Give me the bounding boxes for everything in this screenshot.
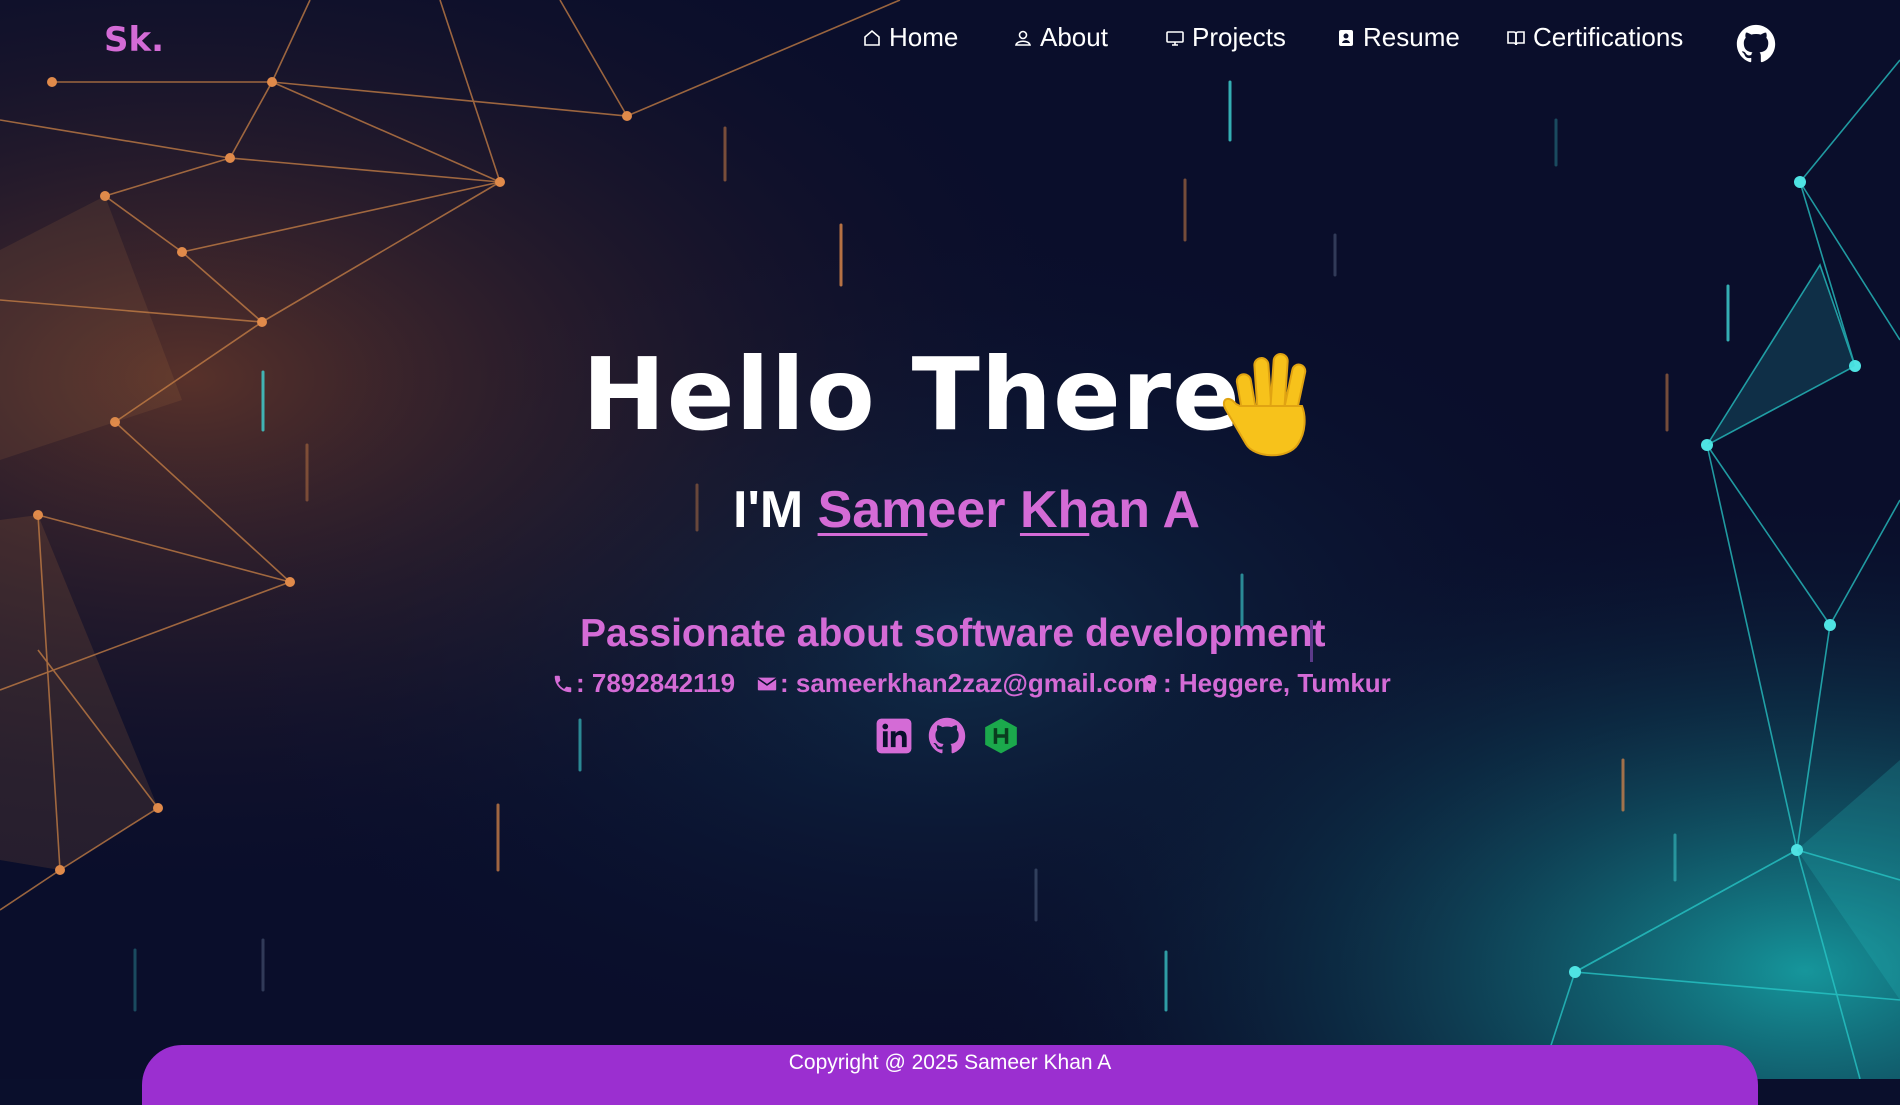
github-icon[interactable] <box>928 717 966 755</box>
contact-phone[interactable]: : 7892842119 <box>552 668 735 699</box>
hero-name-part2: eer <box>927 481 1020 539</box>
nav-resume[interactable]: Resume <box>1336 22 1460 53</box>
hero-tagline: Passionate about software development <box>580 612 1326 655</box>
nav-about-label: About <box>1040 22 1108 52</box>
linkedin-icon[interactable] <box>875 717 913 755</box>
navbar: Sk. Home About Projects Resume Certifica… <box>0 0 1900 86</box>
nav-home[interactable]: Home <box>862 22 958 53</box>
waving-hand-icon <box>1222 353 1307 457</box>
contact-location: : Heggere, Tumkur <box>1139 668 1391 699</box>
nav-about[interactable]: About <box>1013 22 1108 53</box>
location-pin-icon <box>1143 674 1157 693</box>
contact-phone-text: : 7892842119 <box>576 668 736 698</box>
contact-email-text: : sameerkhan2zaz@gmail.com <box>780 668 1157 698</box>
site-logo[interactable]: Sk. <box>104 20 164 60</box>
typing-cursor <box>1310 620 1313 662</box>
nav-home-label: Home <box>889 22 959 52</box>
nav-projects-label: Projects <box>1192 22 1286 52</box>
footer: Copyright @ 2025 Sameer Khan A <box>142 1045 1758 1105</box>
phone-icon <box>554 675 572 692</box>
nav-resume-label: Resume <box>1363 22 1460 52</box>
hero-name-part4: an A <box>1089 481 1201 539</box>
nav-certifications-label: Certifications <box>1533 22 1684 52</box>
home-icon <box>864 29 880 46</box>
monitor-icon <box>1166 30 1184 46</box>
contact-email[interactable]: : sameerkhan2zaz@gmail.com <box>756 668 1157 699</box>
hero-name: Sameer Khan A <box>818 481 1200 539</box>
contact-location-text: : Heggere, Tumkur <box>1163 668 1391 698</box>
user-icon <box>1015 30 1031 46</box>
hackerrank-icon[interactable] <box>982 717 1020 755</box>
hero-greeting: Hello There, <box>582 336 1280 453</box>
book-icon <box>1507 30 1525 45</box>
hero-name-part1: Sam <box>817 481 928 539</box>
nav-projects[interactable]: Projects <box>1165 22 1286 53</box>
footer-copyright: Copyright @ 2025 Sameer Khan A <box>788 1051 1112 1074</box>
hero-name-part3: Kh <box>1019 481 1090 539</box>
hero-intro-prefix: I'M <box>733 481 818 539</box>
document-icon <box>1339 29 1353 46</box>
github-icon[interactable] <box>1736 24 1776 64</box>
hero-intro: I'M Sameer Khan A <box>733 480 1200 540</box>
nav-certifications[interactable]: Certifications <box>1506 22 1683 53</box>
envelope-icon <box>757 677 777 690</box>
